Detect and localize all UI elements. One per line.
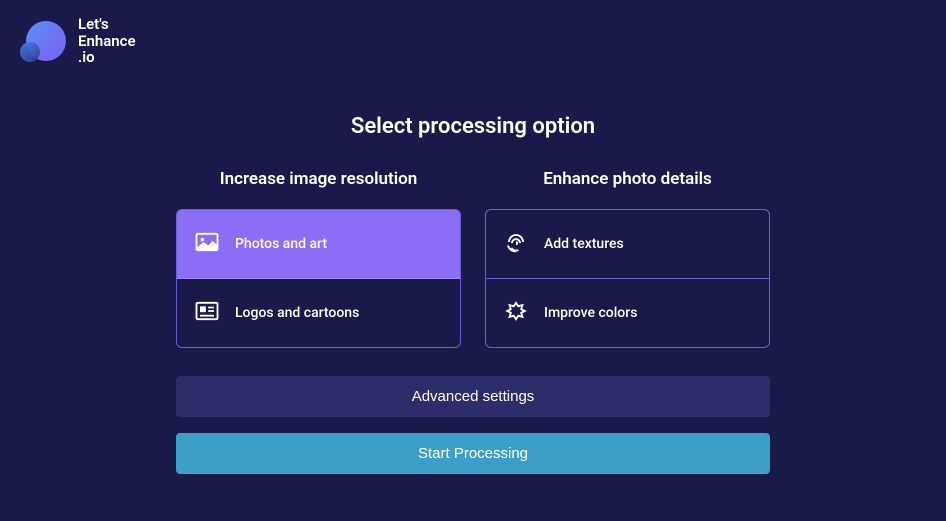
option-label: Add textures [544, 236, 624, 252]
option-logos-and-cartoons[interactable]: Logos and cartoons [177, 279, 460, 347]
page-title: Select processing option [351, 114, 595, 139]
option-add-textures[interactable]: Add textures [486, 210, 769, 279]
option-label: Improve colors [544, 305, 637, 321]
logo-text: Let's Enhance .io [78, 16, 136, 66]
option-group-left: Photos and art Logos and cartoons [176, 209, 461, 348]
column-enhance-details: Enhance photo details Add textures [485, 169, 770, 348]
options-columns: Increase image resolution Photos and art [176, 169, 770, 348]
advanced-settings-button[interactable]: Advanced settings [176, 376, 770, 417]
header: Let's Enhance .io [0, 0, 946, 82]
option-group-right: Add textures Improve colors [485, 209, 770, 348]
column-increase-resolution: Increase image resolution Photos and art [176, 169, 461, 348]
column-title-left: Increase image resolution [220, 169, 418, 189]
fingerprint-icon [502, 228, 530, 260]
newspaper-icon [193, 297, 221, 329]
logo-icon [20, 18, 66, 64]
option-improve-colors[interactable]: Improve colors [486, 279, 769, 347]
main-content: Select processing option Increase image … [0, 82, 946, 474]
image-icon [193, 228, 221, 260]
action-buttons: Advanced settings Start Processing [176, 376, 770, 474]
option-label: Photos and art [235, 236, 327, 252]
option-photos-and-art[interactable]: Photos and art [177, 210, 460, 279]
start-processing-button[interactable]: Start Processing [176, 433, 770, 474]
column-title-right: Enhance photo details [543, 169, 712, 189]
option-label: Logos and cartoons [235, 305, 359, 321]
sun-icon [502, 297, 530, 329]
